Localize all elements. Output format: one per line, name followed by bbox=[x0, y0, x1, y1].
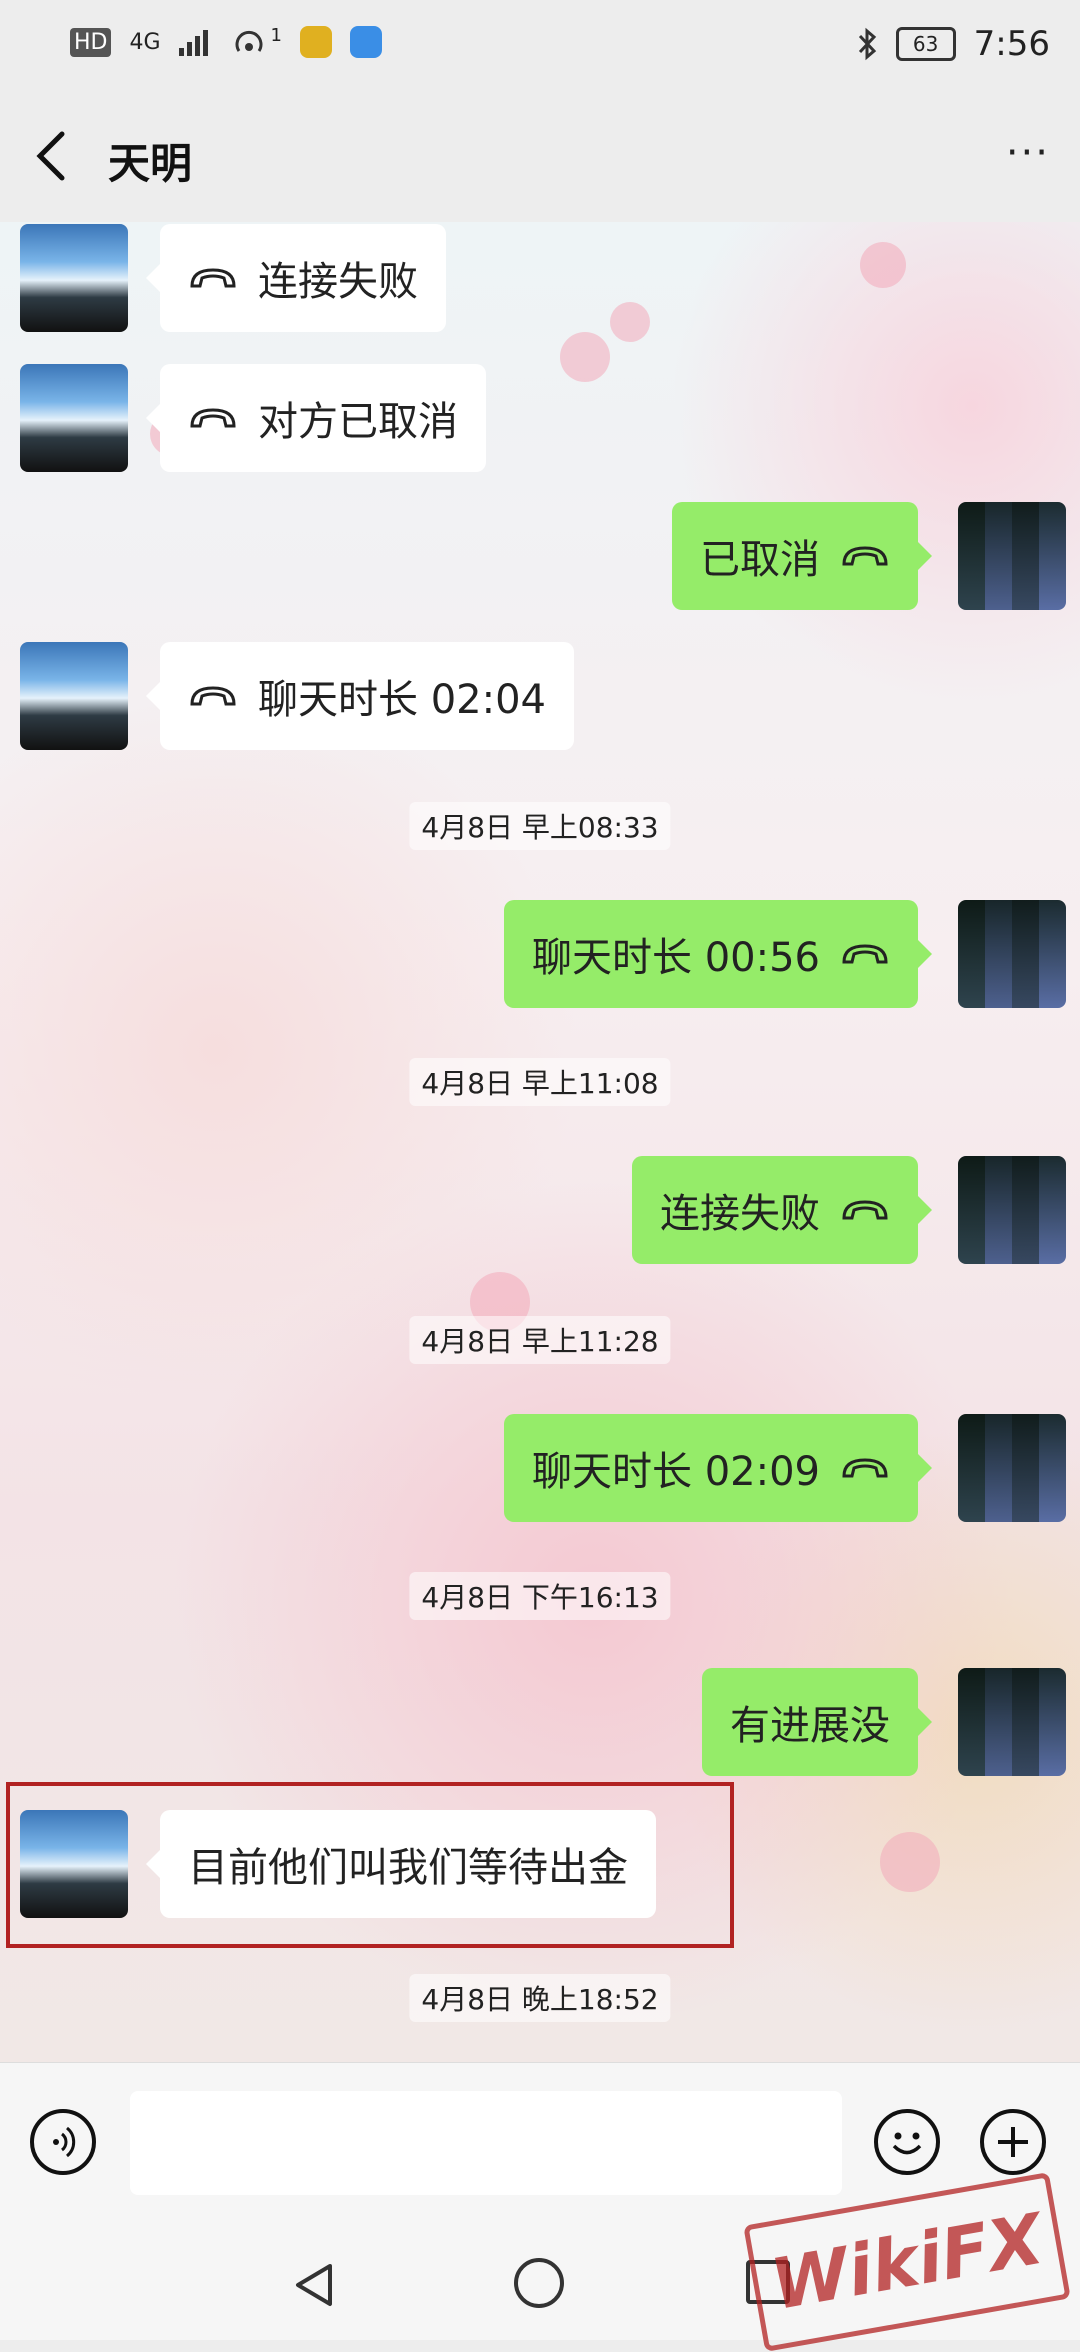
call-record-bubble[interactable]: 连接失败 bbox=[146, 224, 446, 332]
my-avatar[interactable] bbox=[958, 502, 1066, 610]
call-record-bubble[interactable]: 连接失败 bbox=[632, 1156, 932, 1264]
blossom-decoration bbox=[560, 332, 610, 382]
back-arrow-icon[interactable] bbox=[28, 128, 78, 184]
text-message-bubble[interactable]: 有进展没 bbox=[702, 1668, 932, 1776]
contact-avatar[interactable] bbox=[20, 642, 128, 750]
call-end-icon bbox=[190, 408, 236, 428]
my-avatar[interactable] bbox=[958, 1156, 1066, 1264]
status-right: 63 7:56 bbox=[856, 24, 1050, 64]
shield-icon bbox=[349, 26, 382, 58]
bubble-text: 对方已取消 bbox=[258, 399, 458, 445]
timestamp: 4月8日 早上11:08 bbox=[409, 1058, 671, 1106]
my-avatar[interactable] bbox=[958, 900, 1066, 1008]
bubble-text: 连接失败 bbox=[660, 1191, 820, 1237]
voice-input-button[interactable] bbox=[30, 2109, 96, 2175]
call-end-icon bbox=[190, 268, 236, 288]
timestamp: 4月8日 早上11:28 bbox=[409, 1316, 671, 1364]
signal-icon bbox=[178, 30, 208, 56]
call-end-icon bbox=[842, 944, 888, 964]
nav-back-icon[interactable] bbox=[290, 2260, 338, 2310]
contact-avatar[interactable] bbox=[20, 364, 128, 472]
network-label: 4G bbox=[129, 29, 161, 55]
emoji-icon bbox=[892, 2132, 922, 2155]
chat-area[interactable]: 连接失败 对方已取消 已取消 聊天时长 02:04 4月8日 早上08:33 聊… bbox=[0, 222, 1080, 2062]
my-avatar[interactable] bbox=[958, 1668, 1066, 1776]
battery-icon: 63 bbox=[895, 27, 956, 61]
blossom-decoration bbox=[880, 1832, 940, 1892]
timestamp: 4月8日 晚上18:52 bbox=[409, 1974, 671, 2022]
bubble-text: 目前他们叫我们等待出金 bbox=[188, 1845, 628, 1891]
timestamp: 4月8日 下午16:13 bbox=[409, 1572, 671, 1620]
chat-header: 天明 ··· bbox=[0, 90, 1080, 222]
bubble-text: 已取消 bbox=[700, 537, 820, 583]
blossom-decoration bbox=[860, 242, 906, 288]
hotspot-icon bbox=[235, 30, 262, 52]
emoji-button[interactable] bbox=[874, 2109, 940, 2175]
hotspot-count: 1 bbox=[270, 24, 282, 46]
bluetooth-icon bbox=[858, 27, 876, 61]
voice-icon bbox=[53, 2126, 76, 2158]
call-record-bubble[interactable]: 聊天时长 02:09 bbox=[504, 1414, 932, 1522]
bubble-text: 聊天时长 02:09 bbox=[532, 1449, 820, 1495]
message-input[interactable] bbox=[130, 2091, 842, 2195]
call-record-bubble[interactable]: 已取消 bbox=[672, 502, 932, 610]
status-left: HD 4G 1 bbox=[70, 24, 382, 58]
call-end-icon bbox=[842, 1458, 888, 1478]
contact-avatar[interactable] bbox=[20, 224, 128, 332]
call-record-bubble[interactable]: 聊天时长 00:56 bbox=[504, 900, 932, 1008]
bubble-text: 连接失败 bbox=[258, 259, 418, 305]
blossom-decoration bbox=[610, 302, 650, 342]
app-notification-icon bbox=[299, 26, 332, 58]
clock: 7:56 bbox=[973, 24, 1050, 64]
call-end-icon bbox=[190, 686, 236, 706]
status-bar: HD 4G 1 63 7:56 bbox=[0, 0, 1080, 90]
plus-icon bbox=[998, 2127, 1028, 2157]
nav-home-icon[interactable] bbox=[514, 2258, 564, 2308]
call-record-bubble[interactable]: 对方已取消 bbox=[146, 364, 486, 472]
more-options-icon[interactable]: ··· bbox=[1006, 130, 1050, 176]
call-end-icon bbox=[842, 1200, 888, 1220]
contact-name: 天明 bbox=[108, 139, 193, 188]
bubble-text: 有进展没 bbox=[730, 1703, 890, 1749]
bubble-text: 聊天时长 02:04 bbox=[258, 677, 546, 723]
text-message-bubble[interactable]: 目前他们叫我们等待出金 bbox=[146, 1810, 656, 1918]
hd-label: HD bbox=[70, 27, 112, 57]
my-avatar[interactable] bbox=[958, 1414, 1066, 1522]
call-end-icon bbox=[842, 546, 888, 566]
bubble-text: 聊天时长 00:56 bbox=[532, 935, 820, 981]
timestamp: 4月8日 早上08:33 bbox=[409, 802, 671, 850]
contact-avatar[interactable] bbox=[20, 1810, 128, 1918]
call-record-bubble[interactable]: 聊天时长 02:04 bbox=[146, 642, 574, 750]
more-functions-button[interactable] bbox=[980, 2109, 1046, 2175]
